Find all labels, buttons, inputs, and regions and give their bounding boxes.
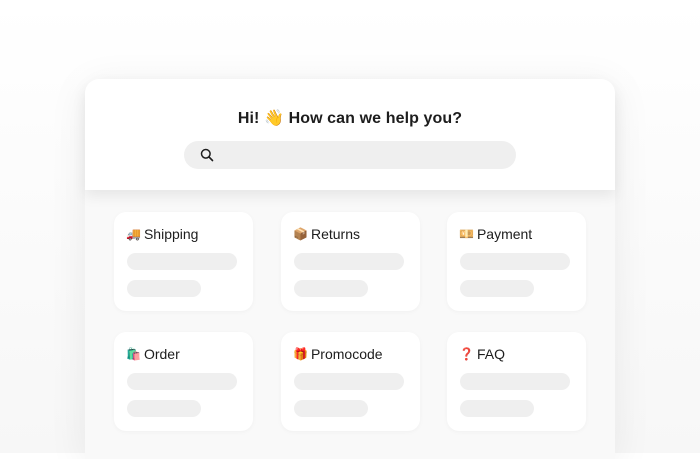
category-label: Promocode	[310, 346, 383, 362]
placeholder-line	[460, 253, 570, 270]
gift-icon: 🎁	[293, 347, 308, 361]
placeholder-line	[127, 280, 201, 297]
placeholder-line	[460, 400, 534, 417]
category-label: Payment	[476, 226, 533, 242]
shopping-bags-icon: 🛍️	[126, 347, 141, 361]
placeholder-line	[294, 253, 404, 270]
category-label: Shipping	[143, 226, 199, 242]
placeholder-line	[294, 400, 368, 417]
category-title: ❓ FAQ	[459, 346, 505, 362]
category-card-order[interactable]: 🛍️ Order	[114, 332, 253, 431]
category-label: FAQ	[476, 346, 505, 362]
category-card-promocode[interactable]: 🎁 Promocode	[281, 332, 420, 431]
category-card-returns[interactable]: 📦 Returns	[281, 212, 420, 311]
category-title: 📦 Returns	[293, 226, 360, 242]
placeholder-line	[460, 373, 570, 390]
placeholder-line	[294, 373, 404, 390]
search-input[interactable]	[184, 141, 516, 169]
category-card-shipping[interactable]: 🚚 Shipping	[114, 212, 253, 311]
placeholder-line	[127, 253, 237, 270]
category-label: Returns	[310, 226, 360, 242]
category-title: 🚚 Shipping	[126, 226, 198, 242]
category-title: 🛍️ Order	[126, 346, 180, 362]
money-icon: 💴	[459, 227, 474, 241]
truck-icon: 🚚	[126, 227, 141, 241]
category-title: 🎁 Promocode	[293, 346, 383, 362]
category-card-faq[interactable]: ❓ FAQ	[447, 332, 586, 431]
question-mark-icon: ❓	[459, 347, 474, 361]
help-header: Hi! 👋 How can we help you?	[85, 79, 615, 190]
category-label: Order	[143, 346, 180, 362]
category-card-payment[interactable]: 💴 Payment	[447, 212, 586, 311]
category-title: 💴 Payment	[459, 226, 532, 242]
placeholder-line	[127, 400, 201, 417]
placeholder-line	[127, 373, 237, 390]
placeholder-line	[460, 280, 534, 297]
placeholder-line	[294, 280, 368, 297]
help-center-panel: Hi! 👋 How can we help you? 🚚 Shipping 📦 Re…	[85, 79, 615, 459]
greeting-title: Hi! 👋 How can we help you?	[237, 110, 463, 127]
search-icon	[200, 148, 214, 162]
package-icon: 📦	[293, 227, 308, 241]
